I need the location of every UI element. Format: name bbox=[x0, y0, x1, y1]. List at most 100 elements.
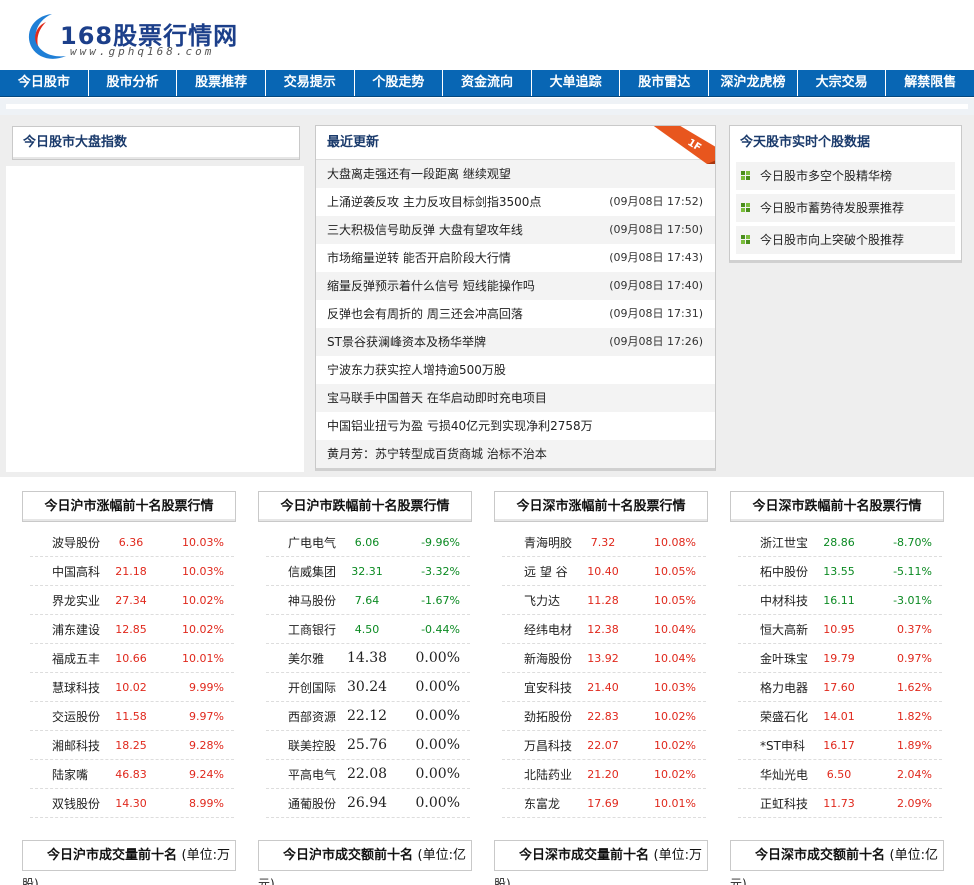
stock-name[interactable]: *ST申科 bbox=[738, 737, 808, 754]
realtime-link-label[interactable]: 今日股市向上突破个股推荐 bbox=[760, 233, 904, 247]
nav-item-fund-flow[interactable]: 资金流向 bbox=[443, 70, 532, 96]
stock-name[interactable]: 开创国际 bbox=[266, 679, 336, 696]
stock-name[interactable]: 荣盛石化 bbox=[738, 708, 808, 725]
stock-name[interactable]: 湘邮科技 bbox=[30, 737, 100, 754]
stock-name[interactable]: 波导股份 bbox=[30, 534, 100, 551]
rank-row[interactable]: 青海明胶 7.32 10.08% bbox=[502, 528, 706, 557]
stock-name[interactable]: 恒大高新 bbox=[738, 621, 808, 638]
rank-row[interactable]: 通葡股份 26.94 0.00% bbox=[266, 789, 470, 818]
stock-name[interactable]: 北陆药业 bbox=[502, 766, 572, 783]
nav-item-trade-tips[interactable]: 交易提示 bbox=[266, 70, 355, 96]
stock-name[interactable]: 平高电气 bbox=[266, 766, 336, 783]
news-item[interactable]: 反弹也会有周折的 周三还会冲高回落 (09月08日 17:31) bbox=[316, 300, 715, 328]
rank-row[interactable]: 美尔雅 14.38 0.00% bbox=[266, 644, 470, 673]
stock-name[interactable]: 宜安科技 bbox=[502, 679, 572, 696]
news-title[interactable]: 市场缩量逆转 能否开启阶段大行情 bbox=[327, 244, 511, 272]
nav-item-block-trade[interactable]: 大宗交易 bbox=[798, 70, 887, 96]
rank-row[interactable]: 开创国际 30.24 0.00% bbox=[266, 673, 470, 702]
stock-name[interactable]: 双钱股份 bbox=[30, 795, 100, 812]
stock-name[interactable]: 陆家嘴 bbox=[30, 766, 100, 783]
rank-row[interactable]: 中国高科 21.18 10.03% bbox=[30, 557, 234, 586]
rank-row[interactable]: 双钱股份 14.30 8.99% bbox=[30, 789, 234, 818]
news-title[interactable]: 大盘离走强还有一段距离 继续观望 bbox=[327, 160, 511, 188]
news-title[interactable]: 三大积极信号助反弹 大盘有望攻年线 bbox=[327, 216, 523, 244]
stock-name[interactable]: 万昌科技 bbox=[502, 737, 572, 754]
news-item[interactable]: 宝马联手中国普天 在华启动即时充电项目 bbox=[316, 384, 715, 412]
news-item[interactable]: 缩量反弹预示着什么信号 短线能操作吗 (09月08日 17:40) bbox=[316, 272, 715, 300]
news-item[interactable]: 大盘离走强还有一段距离 继续观望 bbox=[316, 160, 715, 188]
rank-row[interactable]: 格力电器 17.60 1.62% bbox=[738, 673, 942, 702]
rank-row[interactable]: 陆家嘴 46.83 9.24% bbox=[30, 760, 234, 789]
rank-row[interactable]: 福成五丰 10.66 10.01% bbox=[30, 644, 234, 673]
rank-row[interactable]: 西部资源 22.12 0.00% bbox=[266, 702, 470, 731]
nav-item-unlock[interactable]: 解禁限售 bbox=[886, 70, 974, 96]
nav-item-today[interactable]: 今日股市 bbox=[0, 70, 89, 96]
news-item[interactable]: ST景谷获澜峰资本及杨华举牌 (09月08日 17:26) bbox=[316, 328, 715, 356]
stock-name[interactable]: 广电电气 bbox=[266, 534, 336, 551]
news-item[interactable]: 上涌逆袭反攻 主力反攻目标剑指3500点 (09月08日 17:52) bbox=[316, 188, 715, 216]
rank-row[interactable]: 神马股份 7.64 -1.67% bbox=[266, 586, 470, 615]
rank-row[interactable]: 柘中股份 13.55 -5.11% bbox=[738, 557, 942, 586]
site-logo[interactable]: 168股票行情网 www.gphq168.com bbox=[22, 8, 237, 64]
rank-row[interactable]: 北陆药业 21.20 10.02% bbox=[502, 760, 706, 789]
rank-row[interactable]: 宜安科技 21.40 10.03% bbox=[502, 673, 706, 702]
rank-row[interactable]: 平高电气 22.08 0.00% bbox=[266, 760, 470, 789]
rank-row[interactable]: 联美控股 25.76 0.00% bbox=[266, 731, 470, 760]
stock-name[interactable]: 神马股份 bbox=[266, 592, 336, 609]
rank-row[interactable]: 劲拓股份 22.83 10.02% bbox=[502, 702, 706, 731]
stock-name[interactable]: 工商银行 bbox=[266, 621, 336, 638]
rank-row[interactable]: 荣盛石化 14.01 1.82% bbox=[738, 702, 942, 731]
realtime-link[interactable]: 今日股市蓄势待发股票推荐 bbox=[736, 194, 955, 222]
stock-name[interactable]: 信威集团 bbox=[266, 563, 336, 580]
stock-name[interactable]: 福成五丰 bbox=[30, 650, 100, 667]
stock-name[interactable]: 中国高科 bbox=[30, 563, 100, 580]
rank-row[interactable]: 新海股份 13.92 10.04% bbox=[502, 644, 706, 673]
stock-name[interactable]: 劲拓股份 bbox=[502, 708, 572, 725]
rank-row[interactable]: 浙江世宝 28.86 -8.70% bbox=[738, 528, 942, 557]
rank-row[interactable]: 湘邮科技 18.25 9.28% bbox=[30, 731, 234, 760]
stock-name[interactable]: 华灿光电 bbox=[738, 766, 808, 783]
rank-row[interactable]: 界龙实业 27.34 10.02% bbox=[30, 586, 234, 615]
news-title[interactable]: 上涌逆袭反攻 主力反攻目标剑指3500点 bbox=[327, 188, 541, 216]
stock-name[interactable]: 通葡股份 bbox=[266, 795, 336, 812]
rank-row[interactable]: 恒大高新 10.95 0.37% bbox=[738, 615, 942, 644]
rank-row[interactable]: 广电电气 6.06 -9.96% bbox=[266, 528, 470, 557]
stock-name[interactable]: 新海股份 bbox=[502, 650, 572, 667]
stock-name[interactable]: 青海明胶 bbox=[502, 534, 572, 551]
stock-name[interactable]: 中材科技 bbox=[738, 592, 808, 609]
news-item[interactable]: 黄月芳：苏宁转型成百货商城 治标不治本 bbox=[316, 440, 715, 468]
rank-row[interactable]: 东富龙 17.69 10.01% bbox=[502, 789, 706, 818]
rank-row[interactable]: 信威集团 32.31 -3.32% bbox=[266, 557, 470, 586]
stock-name[interactable]: 柘中股份 bbox=[738, 563, 808, 580]
rank-row[interactable]: 波导股份 6.36 10.03% bbox=[30, 528, 234, 557]
rank-row[interactable]: 金叶珠宝 19.79 0.97% bbox=[738, 644, 942, 673]
stock-name[interactable]: 美尔雅 bbox=[266, 650, 336, 667]
stock-name[interactable]: 浦东建设 bbox=[30, 621, 100, 638]
rank-row[interactable]: 浦东建设 12.85 10.02% bbox=[30, 615, 234, 644]
rank-row[interactable]: *ST申科 16.17 1.89% bbox=[738, 731, 942, 760]
news-title[interactable]: 宁波东力获实控人增持逾500万股 bbox=[327, 356, 506, 384]
nav-item-radar[interactable]: 股市雷达 bbox=[620, 70, 710, 96]
rank-row[interactable]: 远 望 谷 10.40 10.05% bbox=[502, 557, 706, 586]
nav-item-big-order[interactable]: 大单追踪 bbox=[532, 70, 621, 96]
stock-name[interactable]: 飞力达 bbox=[502, 592, 572, 609]
news-item[interactable]: 市场缩量逆转 能否开启阶段大行情 (09月08日 17:43) bbox=[316, 244, 715, 272]
news-title[interactable]: ST景谷获澜峰资本及杨华举牌 bbox=[327, 328, 486, 356]
realtime-link[interactable]: 今日股市向上突破个股推荐 bbox=[736, 226, 955, 254]
stock-name[interactable]: 格力电器 bbox=[738, 679, 808, 696]
nav-item-analysis[interactable]: 股市分析 bbox=[89, 70, 178, 96]
nav-item-stock-trend[interactable]: 个股走势 bbox=[355, 70, 444, 96]
stock-name[interactable]: 界龙实业 bbox=[30, 592, 100, 609]
stock-name[interactable]: 正虹科技 bbox=[738, 795, 808, 812]
rank-row[interactable]: 正虹科技 11.73 2.09% bbox=[738, 789, 942, 818]
nav-item-dragon-tiger[interactable]: 深沪龙虎榜 bbox=[709, 70, 798, 96]
news-item[interactable]: 三大积极信号助反弹 大盘有望攻年线 (09月08日 17:50) bbox=[316, 216, 715, 244]
realtime-link[interactable]: 今日股市多空个股精华榜 bbox=[736, 162, 955, 190]
rank-row[interactable]: 飞力达 11.28 10.05% bbox=[502, 586, 706, 615]
stock-name[interactable]: 浙江世宝 bbox=[738, 534, 808, 551]
news-title[interactable]: 缩量反弹预示着什么信号 短线能操作吗 bbox=[327, 272, 535, 300]
stock-name[interactable]: 交运股份 bbox=[30, 708, 100, 725]
stock-name[interactable]: 金叶珠宝 bbox=[738, 650, 808, 667]
stock-name[interactable]: 西部资源 bbox=[266, 708, 336, 725]
stock-name[interactable]: 经纬电材 bbox=[502, 621, 572, 638]
